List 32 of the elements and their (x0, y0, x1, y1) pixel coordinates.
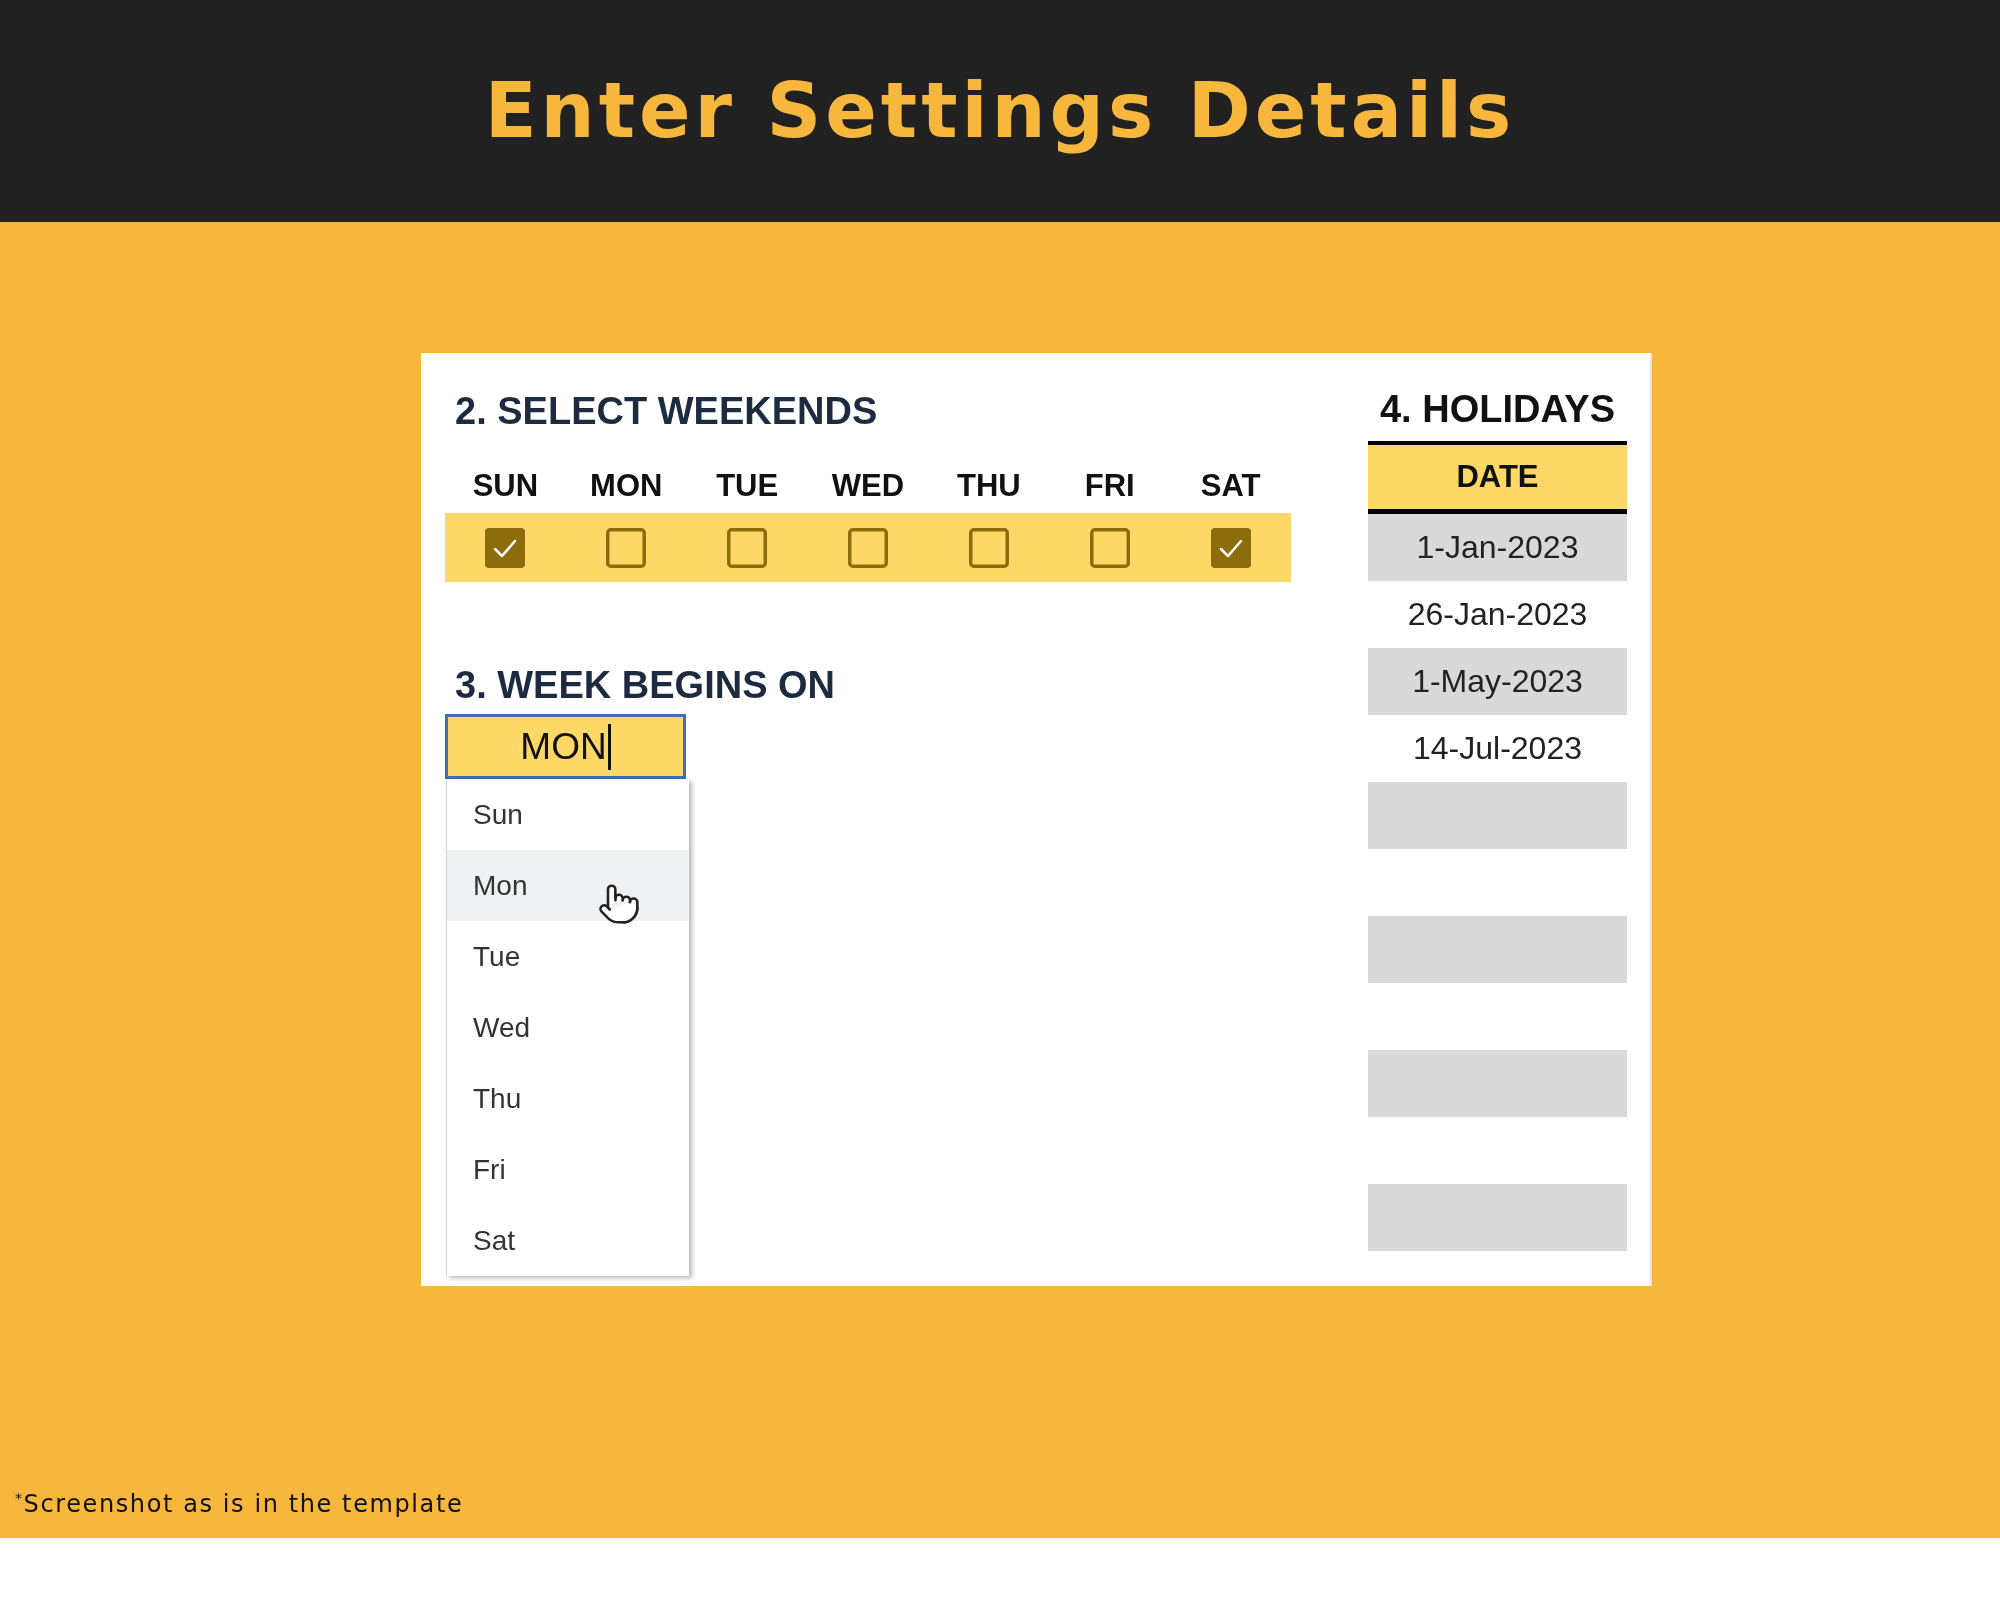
page-title: Enter Settings Details (484, 65, 1516, 157)
dropdown-option[interactable]: Tue (447, 921, 689, 992)
week-start-input[interactable]: MON (445, 714, 686, 779)
date-cell: 1-Jan-2023 (1368, 514, 1627, 581)
weekday-label: SUN (472, 467, 539, 505)
weekday-label: TUE (716, 467, 779, 505)
checkbox[interactable] (848, 527, 888, 568)
hand-pointer-icon (597, 882, 641, 926)
checkbox[interactable] (606, 527, 647, 568)
column-header: DATE (1368, 441, 1627, 514)
dropdown-option[interactable]: Mon (447, 850, 689, 921)
dropdown-option[interactable]: Wed (447, 992, 689, 1063)
weekday-label: FRI (1084, 467, 1135, 505)
weekday-label: SAT (1200, 467, 1261, 505)
checkbox[interactable] (1210, 527, 1251, 568)
dropdown-option[interactable]: Sun (447, 779, 689, 850)
section-title: 4. HOLIDAYS (1378, 387, 1617, 432)
weekday-label: WED (831, 467, 905, 505)
checkbox[interactable] (485, 527, 526, 568)
section-title: 3. WEEK BEGINS ON (455, 663, 836, 708)
text-cursor-icon (607, 723, 611, 770)
footnote: $^{*}$Screenshot as is in the template (15, 1490, 464, 1520)
weekday-label: THU (957, 467, 1021, 505)
checkbox[interactable] (1089, 527, 1130, 568)
checkbox[interactable] (968, 527, 1009, 568)
dropdown-option[interactable]: Fri (447, 1134, 689, 1205)
section-title: 2. SELECT WEEKENDS (455, 389, 878, 434)
dropdown-option[interactable]: Sat (447, 1205, 689, 1276)
weekday-label: MON (590, 467, 663, 505)
date-cell: 1-May-2023 (1368, 648, 1627, 715)
dropdown-option[interactable]: Thu (447, 1063, 689, 1134)
checkbox[interactable] (727, 527, 768, 568)
